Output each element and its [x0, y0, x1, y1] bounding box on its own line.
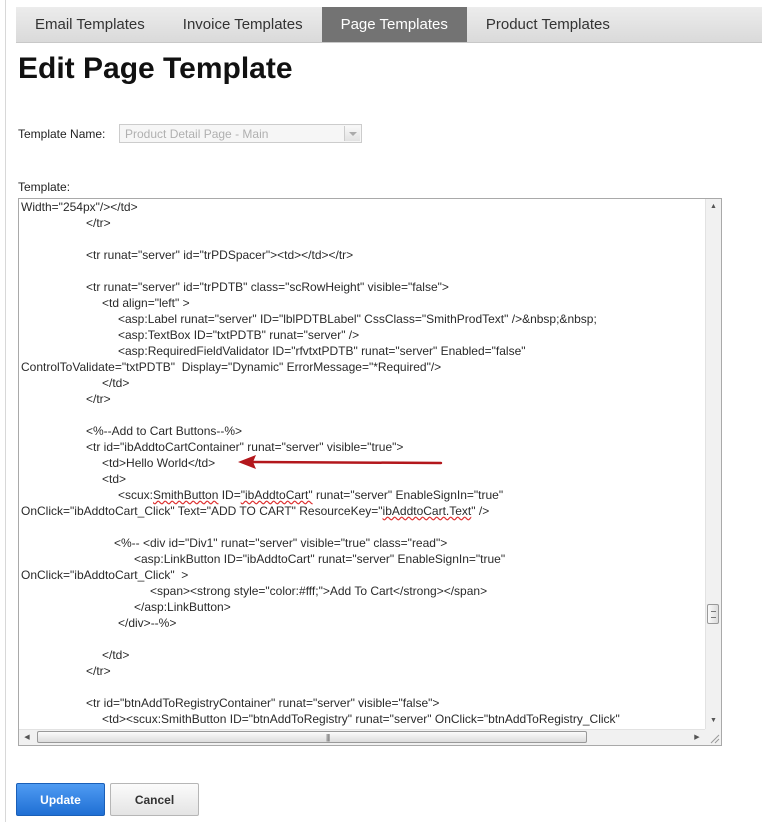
template-name-select[interactable]: Product Detail Page - Main	[119, 124, 362, 143]
tab-page-templates[interactable]: Page Templates	[321, 7, 467, 42]
code-line: <%--Add to Cart Buttons--%>	[86, 424, 243, 438]
annotation-arrow-icon	[238, 455, 443, 469]
chevron-down-icon	[344, 126, 360, 141]
update-button[interactable]: Update	[16, 783, 105, 816]
code-line: ControlToValidate="txtPDTB" Display="Dyn…	[21, 360, 442, 374]
scroll-up-icon[interactable]: ▲	[706, 199, 721, 215]
code-line: <asp:LinkButton ID="ibAddtoCart" runat="…	[134, 552, 506, 566]
code-line: <td align="left" >	[102, 296, 190, 310]
code-line: <td><scux:SmithButton ID="btnAddToRegist…	[102, 712, 620, 726]
code-line: </tr>	[86, 392, 111, 406]
scroll-left-icon[interactable]: ◀	[19, 730, 35, 745]
tab-invoice-templates[interactable]: Invoice Templates	[164, 7, 322, 42]
code-line: Width="254px"/></td>	[21, 200, 138, 214]
page-title: Edit Page Template	[18, 52, 293, 85]
code-line: </asp:LinkButton>	[134, 600, 231, 614]
horizontal-scroll-thumb[interactable]: |||	[37, 731, 587, 743]
code-line-hello-world: <td>Hello World</td>	[102, 456, 216, 470]
page-left-border	[5, 0, 6, 822]
code-line: <span><strong style="color:#fff;">Add To…	[150, 584, 488, 598]
scroll-right-icon[interactable]: ▶	[689, 730, 705, 745]
cancel-button[interactable]: Cancel	[110, 783, 199, 816]
code-line: <%-- <div id="Div1" runat="server" visib…	[114, 536, 448, 550]
tab-email-templates[interactable]: Email Templates	[16, 7, 164, 42]
code-line: <asp:RequiredFieldValidator ID="rfvtxtPD…	[118, 344, 526, 358]
template-tabs: Email Templates Invoice Templates Page T…	[16, 7, 762, 43]
vertical-scroll-thumb[interactable]	[707, 604, 719, 624]
template-name-label: Template Name:	[18, 127, 106, 141]
vertical-scrollbar[interactable]: ▲ ▼	[705, 199, 721, 729]
template-label: Template:	[18, 180, 71, 194]
horizontal-scrollbar[interactable]: ◀ ||| ▶	[19, 729, 705, 745]
grip-icon: |||	[326, 733, 330, 742]
template-name-value: Product Detail Page - Main	[125, 127, 269, 141]
code-line: <tr id="btnAddToRegistryContainer" runat…	[86, 696, 440, 710]
code-line: <asp:Label runat="server" ID="lblPDTBLab…	[118, 312, 597, 326]
code-line: <asp:TextBox ID="txtPDTB" runat="server"…	[118, 328, 360, 342]
code-line: <tr runat="server" id="trPDTB" class="sc…	[86, 280, 449, 294]
code-line: </td>	[102, 648, 130, 662]
code-line: <tr runat="server" id="trPDSpacer"><td><…	[86, 248, 354, 262]
tab-product-templates[interactable]: Product Templates	[467, 7, 629, 42]
code-line: OnClick="ibAddtoCart_Click" Text="ADD TO…	[21, 504, 490, 518]
code-line: <scux:SmithButton ID="ibAddtoCart" runat…	[118, 488, 504, 502]
code-line: </td>	[102, 376, 130, 390]
resize-grip-icon[interactable]	[705, 729, 721, 745]
code-line: </tr>	[86, 664, 111, 678]
code-line: OnClick="ibAddtoCart_Click" >	[21, 568, 189, 582]
code-line: <td>	[102, 472, 127, 486]
code-line: </div>--%>	[118, 616, 177, 630]
scroll-down-icon[interactable]: ▼	[706, 713, 721, 729]
code-line: </tr>	[86, 216, 111, 230]
